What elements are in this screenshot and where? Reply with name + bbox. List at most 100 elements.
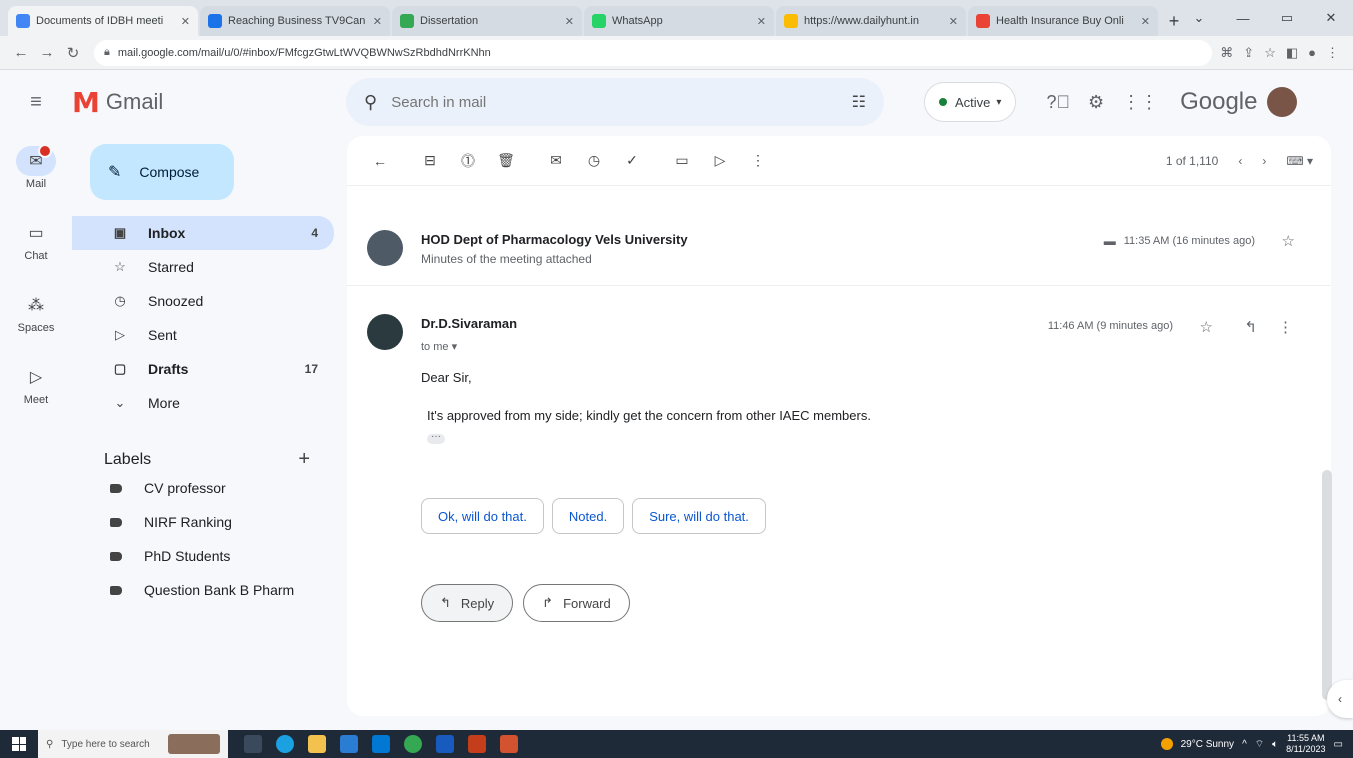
taskbar-search[interactable]: ⚲ Type here to search <box>38 730 228 758</box>
extensions-icon[interactable]: ◧ <box>1286 45 1298 61</box>
chrome-icon[interactable] <box>404 735 422 753</box>
older-icon[interactable]: › <box>1262 154 1266 168</box>
browser-tab[interactable]: Reaching Business TV9Can ✕ <box>200 6 390 36</box>
scrollbar[interactable] <box>1322 470 1332 700</box>
task-view-icon[interactable] <box>244 735 262 753</box>
tab-title: Reaching Business TV9Can <box>228 15 366 27</box>
gmail-logo[interactable]: M Gmail <box>72 86 342 119</box>
more-options-icon[interactable]: ⋮ <box>1278 318 1293 336</box>
sidebar-item-more[interactable]: ⌄ More <box>72 386 334 420</box>
sidebar-item-drafts[interactable]: ▢ Drafts 17 <box>72 352 334 386</box>
browser-tab[interactable]: Health Insurance Buy Onli ✕ <box>968 6 1158 36</box>
star-icon[interactable]: ☆ <box>1282 232 1295 250</box>
url-field[interactable]: 🔒︎ mail.google.com/mail/u/0/#inbox/FMfcg… <box>94 39 1213 66</box>
translate-icon[interactable]: ⌘ <box>1220 45 1233 61</box>
search-options-icon[interactable]: ☷ <box>852 92 866 112</box>
forward-button[interactable]: ↱ Forward <box>523 584 630 622</box>
maximize-icon[interactable]: ▭ <box>1265 0 1309 36</box>
label-icon[interactable]: ▷ <box>705 152 735 169</box>
mark-unread-icon[interactable]: ✉︎ <box>541 152 571 169</box>
sidebar-item-snoozed[interactable]: ◷ Snoozed <box>72 284 334 318</box>
app-icon[interactable] <box>500 735 518 753</box>
close-window-icon[interactable]: ✕ <box>1309 0 1353 36</box>
archive-icon[interactable]: ⊟ <box>415 152 445 169</box>
store-icon[interactable] <box>340 735 358 753</box>
weather-text[interactable]: 29°C Sunny <box>1181 739 1234 750</box>
tab-search-icon[interactable]: ⌄ <box>1177 0 1221 36</box>
move-to-icon[interactable]: ▭ <box>667 152 697 169</box>
back-to-inbox-icon[interactable]: ← <box>365 153 395 169</box>
network-icon[interactable]: ⌔ <box>1255 738 1264 751</box>
smart-reply-button[interactable]: Sure, will do that. <box>632 498 766 534</box>
word-icon[interactable] <box>436 735 454 753</box>
mail-app-icon[interactable] <box>372 735 390 753</box>
back-icon[interactable]: ← <box>8 44 34 61</box>
volume-icon[interactable]: 🔈︎ <box>1272 739 1278 750</box>
close-tab-icon[interactable]: ✕ <box>565 15 574 28</box>
rail-item-mail[interactable]: ✉︎ Mail <box>0 140 72 212</box>
more-options-icon[interactable]: ⋮ <box>743 152 773 169</box>
tray-overflow-icon[interactable]: ^ <box>1242 739 1247 750</box>
smart-reply-button[interactable]: Noted. <box>551 498 625 534</box>
smart-reply-button[interactable]: Ok, will do that. <box>421 498 544 534</box>
sidebar-item-starred[interactable]: ☆ Starred <box>72 250 334 284</box>
add-label-icon[interactable]: + <box>298 448 310 471</box>
label-item[interactable]: CV professor <box>72 471 342 505</box>
sidebar-item-sent[interactable]: ▷ Sent <box>72 318 334 352</box>
delete-icon[interactable]: 🗑︎ <box>491 152 521 169</box>
support-icon[interactable]: ?⃝ <box>1046 92 1070 113</box>
close-tab-icon[interactable]: ✕ <box>757 15 766 28</box>
browser-tab[interactable]: WhatsApp ✕ <box>584 6 774 36</box>
newer-icon[interactable]: ‹ <box>1238 154 1242 168</box>
browser-tab[interactable]: Documents of IDBH meeti ✕ <box>8 6 198 36</box>
label-item[interactable]: Question Bank B Pharm <box>72 573 342 607</box>
rail-label: Meet <box>23 394 49 406</box>
compose-button[interactable]: ✎ Compose <box>90 144 234 200</box>
search-input[interactable] <box>391 93 852 111</box>
reply-button[interactable]: ↰ Reply <box>421 584 514 622</box>
rail-label: Mail <box>25 178 47 190</box>
sidebar-item-inbox[interactable]: ▣ Inbox 4 <box>72 216 334 250</box>
collapsed-message[interactable]: HOD Dept of Pharmacology Vels University… <box>347 216 1331 286</box>
star-icon[interactable]: ☆ <box>1200 318 1213 336</box>
forward-nav-icon[interactable]: → <box>34 44 60 61</box>
file-explorer-icon[interactable] <box>308 735 326 753</box>
edge-icon[interactable] <box>276 735 294 753</box>
close-tab-icon[interactable]: ✕ <box>1141 15 1150 28</box>
share-icon[interactable]: ⇪ <box>1243 45 1254 61</box>
close-tab-icon[interactable]: ✕ <box>373 15 382 28</box>
main-menu-icon[interactable]: ≡ <box>0 91 72 114</box>
snooze-icon[interactable]: ◷ <box>579 152 609 169</box>
start-button[interactable] <box>0 730 38 758</box>
recipient-line[interactable]: to me ▾ <box>421 340 457 353</box>
add-task-icon[interactable]: ✓ <box>617 152 647 169</box>
reply-icon[interactable]: ↰ <box>1244 318 1257 336</box>
close-tab-icon[interactable]: ✕ <box>181 15 190 28</box>
rail-item-chat[interactable]: ▭ Chat <box>0 212 72 284</box>
notifications-icon[interactable]: ▭ <box>1334 739 1343 750</box>
gmail-logo-text: Gmail <box>105 89 164 114</box>
label-item[interactable]: NIRF Ranking <box>72 505 342 539</box>
browser-menu-icon[interactable]: ⋮ <box>1326 45 1339 61</box>
report-spam-icon[interactable]: ⓵ <box>453 151 483 171</box>
rail-item-spaces[interactable]: ⁂ Spaces <box>0 284 72 356</box>
close-tab-icon[interactable]: ✕ <box>949 15 958 28</box>
label-item[interactable]: PhD Students <box>72 539 342 573</box>
keyboard-input-icon[interactable]: ⌨ ▾ <box>1286 154 1313 168</box>
account-avatar[interactable] <box>1267 87 1298 117</box>
settings-gear-icon[interactable]: ⚙ <box>1088 92 1104 113</box>
status-button[interactable]: Active ▾ <box>924 82 1017 122</box>
label-name: Question Bank B Pharm <box>144 582 295 598</box>
apps-grid-icon[interactable]: ⋮⋮ <box>1122 92 1158 113</box>
browser-tab[interactable]: Dissertation ✕ <box>392 6 582 36</box>
powerpoint-icon[interactable] <box>468 735 486 753</box>
rail-item-meet[interactable]: ▷ Meet <box>0 356 72 428</box>
reload-icon[interactable]: ↻ <box>60 44 86 62</box>
minimize-icon[interactable]: — <box>1221 0 1265 36</box>
search-icon[interactable]: ⚲ <box>364 92 377 113</box>
browser-tab[interactable]: https://www.dailyhunt.in ✕ <box>776 6 966 36</box>
bookmark-star-icon[interactable]: ☆ <box>1264 45 1276 61</box>
show-trimmed-content-button[interactable]: ··· <box>427 432 445 444</box>
profile-icon[interactable]: ● <box>1308 45 1316 61</box>
clock[interactable]: 11:55 AM 8/11/2023 <box>1286 733 1325 755</box>
